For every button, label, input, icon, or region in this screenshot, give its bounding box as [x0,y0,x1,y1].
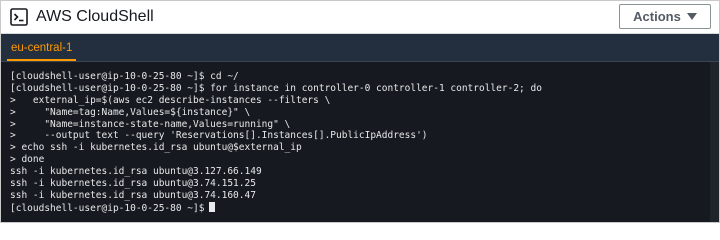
terminal-cursor [209,201,216,212]
terminal-line: ssh -i kubernetes.id_rsa ubuntu@3.74.160… [10,189,256,201]
terminal-prompt-line[interactable]: [cloudshell-user@ip-10-0-25-80 ~]$ [10,201,719,214]
header-bar: AWS CloudShell Actions [1,1,719,34]
app-title: AWS CloudShell [36,8,154,25]
terminal-line: > "Name=instance-state-name,Values=runni… [10,118,291,130]
tab-bar: eu-central-1 [1,34,719,62]
active-tab-indicator [7,59,77,61]
terminal-line: ssh -i kubernetes.id_rsa ubuntu@3.127.66… [10,166,262,178]
actions-button-label: Actions [633,9,681,24]
cloudshell-terminal-icon [10,8,28,26]
tab-eu-central-1[interactable]: eu-central-1 [1,34,82,61]
cloudshell-window: AWS CloudShell Actions eu-central-1 [clo… [0,0,720,223]
terminal-line: > external_ip=$(aws ec2 describe-instanc… [10,94,331,106]
terminal-line: ssh -i kubernetes.id_rsa ubuntu@3.74.151… [10,178,256,190]
terminal-line: > "Name=tag:Name,Values=${instance}" \ [10,106,251,118]
terminal-line: [cloudshell-user@ip-10-0-25-80 ~]$ cd ~/ [10,71,239,82]
terminal-output[interactable]: [cloudshell-user@ip-10-0-25-80 ~]$ cd ~/… [1,62,719,222]
terminal-line: > echo ssh -i kubernetes.id_rsa ubuntu@$… [10,142,302,154]
terminal-prompt: [cloudshell-user@ip-10-0-25-80 ~]$ [10,202,205,214]
actions-button[interactable]: Actions [619,4,711,29]
terminal-line: > done [10,154,45,166]
caret-down-icon [686,13,697,20]
terminal-line: > --output text --query 'Reservations[].… [10,130,428,142]
terminal-scrollbar[interactable] [710,62,719,222]
terminal-line: [cloudshell-user@ip-10-0-25-80 ~]$ for i… [10,82,542,94]
tab-label: eu-central-1 [11,41,73,54]
